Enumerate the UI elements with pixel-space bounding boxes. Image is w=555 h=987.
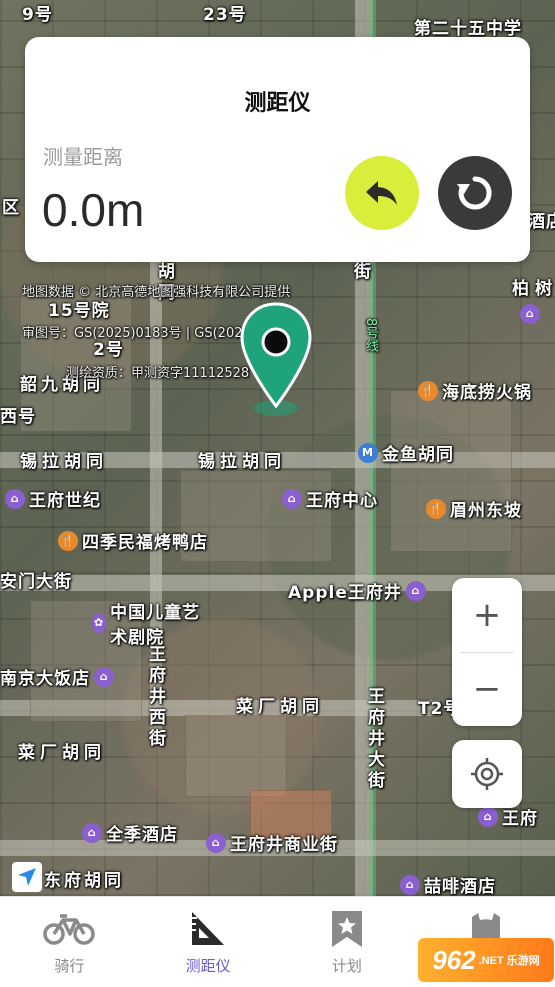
- map-pin-icon: [240, 302, 312, 416]
- shopping-icon: ⌂: [282, 488, 302, 509]
- map-block: [390, 390, 512, 552]
- location-marker[interactable]: [238, 300, 314, 416]
- map-poi[interactable]: Apple王府井 ⌂: [288, 578, 426, 603]
- map-label: 23号: [203, 5, 247, 25]
- map-poi[interactable]: 🍴 眉州东坡: [426, 496, 522, 521]
- map-label: 安门大街: [0, 572, 72, 592]
- map-poi[interactable]: ⌂: [520, 304, 540, 324]
- map-label: 东府胡同: [44, 871, 124, 891]
- measure-card: 测距仪 测量距离 0.0m: [25, 37, 530, 262]
- nav-item-ride[interactable]: 骑行: [0, 897, 139, 987]
- locate-button[interactable]: [452, 740, 522, 808]
- map-poi[interactable]: 🍴 海底捞火锅: [418, 378, 532, 403]
- restaurant-icon: 🍴: [58, 530, 78, 551]
- shopping-icon: ⌂: [405, 580, 426, 601]
- map-poi[interactable]: M 金鱼胡同: [358, 440, 454, 465]
- bicycle-icon: [43, 909, 96, 949]
- restaurant-icon: 🍴: [418, 380, 438, 401]
- map-poi[interactable]: ✿ 中国儿童艺术剧院: [92, 598, 212, 648]
- ruler-triangle-icon: [189, 909, 227, 949]
- nav-label: 测距仪: [185, 957, 231, 975]
- theater-icon: ✿: [92, 613, 107, 633]
- hotel-icon: ⌂: [94, 666, 114, 687]
- bookmark-star-icon: [330, 909, 364, 949]
- map-copyright-line: 地图数据 © 北京高德地图强科技有限公司提供: [22, 285, 291, 300]
- map-label: 王府井西街: [145, 645, 165, 750]
- metro-icon: M: [358, 442, 378, 463]
- refresh-icon: [457, 176, 492, 210]
- hotel-icon: ⌂: [400, 874, 420, 895]
- map-label: 菜厂胡同: [236, 697, 324, 717]
- map-label: 9号: [22, 5, 53, 25]
- compass-icon[interactable]: [12, 862, 42, 892]
- map-label: 菜厂胡同: [18, 743, 106, 763]
- nav-label: 骑行: [54, 957, 85, 975]
- map-poi[interactable]: ⌂ 王府中心: [282, 486, 378, 511]
- map-label: 锡拉胡同: [20, 452, 108, 472]
- nav-item-plan[interactable]: 计划: [278, 897, 417, 987]
- map-label: 西号: [0, 407, 36, 427]
- distance-value: 0.0m: [42, 184, 145, 236]
- map-block: [185, 715, 287, 797]
- reset-button[interactable]: [438, 156, 512, 230]
- crosshair-icon: [471, 758, 503, 790]
- shopping-icon: ⌂: [478, 806, 498, 827]
- map-poi[interactable]: ⌂ 喆啡酒店: [400, 872, 496, 896]
- metro-line-label: 8号线: [363, 318, 378, 353]
- distance-label: 测量距离: [43, 145, 123, 169]
- map-label: 第二十五中学: [414, 19, 522, 39]
- map-poi[interactable]: ⌂ 王府世纪: [5, 486, 101, 511]
- restaurant-icon: 🍴: [426, 498, 446, 519]
- map-label: 锡拉胡同: [198, 452, 286, 472]
- map-label: 街: [350, 262, 370, 283]
- shopping-icon: ⌂: [520, 304, 540, 324]
- nav-label: 计划: [331, 957, 362, 975]
- zoom-controls: + −: [452, 578, 522, 726]
- map-poi[interactable]: 南京大饭店 ⌂: [0, 664, 114, 689]
- site-watermark: 962 .NET 乐游网: [418, 938, 554, 982]
- map-label: 酒店: [528, 212, 555, 232]
- map-poi[interactable]: ⌂ 王府井商业街: [206, 830, 338, 855]
- undo-arrow-icon: [366, 181, 397, 205]
- map-copyright-line: 测绘资质：甲测资字11112528: [66, 366, 250, 381]
- hotel-icon: ⌂: [82, 822, 102, 843]
- map-label: 柏树: [512, 279, 555, 299]
- undo-button[interactable]: [345, 156, 419, 230]
- shopping-icon: ⌂: [206, 832, 226, 853]
- map-poi[interactable]: 🍴 四季民福烤鸭店: [58, 528, 208, 553]
- map-label: 区: [2, 198, 20, 218]
- map-label: 王府井大街: [364, 687, 384, 792]
- shopping-icon: ⌂: [5, 488, 25, 509]
- map-poi[interactable]: ⌂ 全季酒店: [82, 820, 178, 845]
- zoom-out-button[interactable]: −: [452, 652, 522, 726]
- page-title: 测距仪: [244, 91, 311, 116]
- nav-item-rangefinder[interactable]: 测距仪: [139, 897, 278, 987]
- zoom-in-button[interactable]: +: [452, 578, 522, 652]
